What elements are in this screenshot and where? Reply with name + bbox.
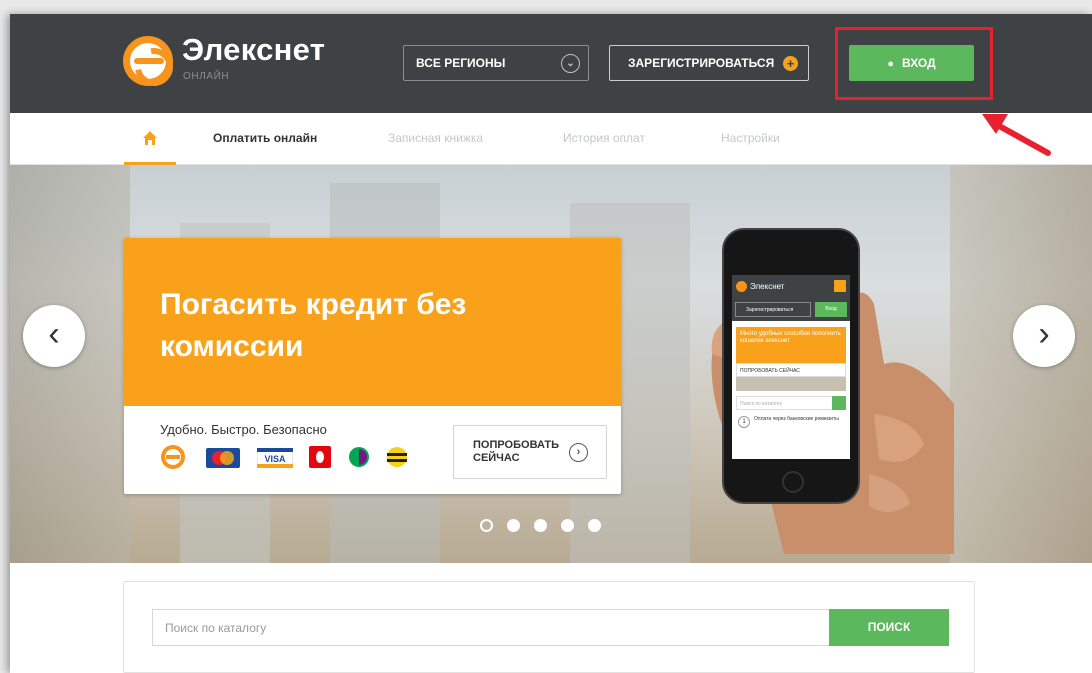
phone-screen-header: Элекснет (732, 275, 850, 299)
promo-panel: Погасить кредит без комиссии Удобно. Быс… (124, 238, 621, 494)
home-icon (143, 131, 157, 145)
nav-item-pay-online[interactable]: Оплатить онлайн (213, 131, 317, 145)
red-arrow-annotation (982, 114, 1051, 156)
home-tab[interactable] (124, 113, 176, 165)
catalog-search-input[interactable] (152, 609, 829, 646)
site-header: Элекснет ОНЛАЙН ВСЕ РЕГИОНЫ ⌄ ЗАРЕГИСТРИ… (10, 14, 1092, 113)
register-label: ЗАРЕГИСТРИРОВАТЬСЯ (628, 56, 775, 70)
slider-dot-5[interactable] (588, 519, 601, 532)
svg-text:VISA: VISA (264, 454, 286, 464)
register-button[interactable]: ЗАРЕГИСТРИРОВАТЬСЯ + (609, 45, 809, 81)
background-building (10, 165, 130, 563)
phone-photo-strip (736, 377, 846, 391)
promo-subtitle: Удобно. Быстро. Безопасно (160, 422, 327, 437)
browser-page: Элекснет ОНЛАЙН ВСЕ РЕГИОНЫ ⌄ ЗАРЕГИСТРИ… (10, 14, 1092, 673)
phone-home-button (782, 471, 804, 493)
slider-prev-button[interactable]: ‹ (23, 305, 85, 367)
chevron-down-icon: ⌄ (561, 54, 580, 73)
brand-name[interactable]: Элекснет (182, 32, 325, 68)
phone-try: ПОПРОБОВАТЬ СЕЙЧАС (736, 363, 846, 377)
search-button[interactable]: ПОИСК (829, 609, 949, 646)
phone-register: Зарегистрироваться (735, 302, 811, 317)
slider-dot-2[interactable] (507, 519, 520, 532)
phone-search: Поиск по каталогу (736, 396, 846, 410)
logo-bar (134, 58, 164, 64)
megafon-icon (349, 447, 369, 467)
phone-item-text: Оплата через банковские реквизиты (754, 416, 839, 422)
slider-dot-3[interactable] (534, 519, 547, 532)
phone-banner: Много удобных способов пополнить кошелек… (736, 327, 846, 363)
chevron-right-icon: › (569, 443, 588, 462)
promo-banner: Погасить кредит без комиссии (124, 238, 621, 406)
visa-icon: VISA (257, 448, 293, 468)
menu-icon (834, 280, 846, 292)
phone-screen-bar: Зарегистрироваться Вход (732, 299, 850, 321)
phone-list-item: 1 Оплата через банковские реквизиты (736, 416, 846, 428)
phone-search-button (832, 396, 846, 410)
promo-title: Погасить кредит без комиссии (160, 288, 467, 363)
try-now-button[interactable]: ПОПРОБОВАТЬ СЕЙЧАС › (453, 425, 607, 479)
slider-next-button[interactable]: › (1013, 305, 1075, 367)
main-nav: Оплатить онлайн Записная книжка История … (10, 113, 1092, 165)
elecsnet-icon (161, 445, 185, 469)
catalog-search-card: ПОИСК (123, 581, 975, 673)
phone-brand: Элекснет (750, 282, 785, 291)
mastercard-icon (206, 448, 240, 468)
hero-slider: Погасить кредит без комиссии Удобно. Быс… (10, 165, 1092, 563)
nav-item-notebook[interactable]: Записная книжка (388, 131, 483, 145)
background-building (950, 165, 1092, 563)
plus-icon: + (783, 56, 798, 71)
slider-dot-1[interactable] (480, 519, 493, 532)
login-highlight-box (835, 27, 993, 100)
mts-icon (309, 446, 331, 468)
phone-item-number: 1 (738, 416, 750, 428)
beeline-icon (387, 447, 407, 467)
phone-search-placeholder: Поиск по каталогу (740, 401, 783, 407)
region-label: ВСЕ РЕГИОНЫ (416, 56, 506, 70)
region-select[interactable]: ВСЕ РЕГИОНЫ ⌄ (403, 45, 589, 81)
nav-item-settings[interactable]: Настройки (721, 131, 780, 145)
brand-subtitle: ОНЛАЙН (183, 71, 230, 82)
nav-item-payment-history[interactable]: История оплат (563, 131, 645, 145)
phone-login: Вход (815, 302, 847, 317)
slider-dot-4[interactable] (561, 519, 574, 532)
phone-screen: Элекснет Зарегистрироваться Вход Много у… (732, 275, 850, 459)
